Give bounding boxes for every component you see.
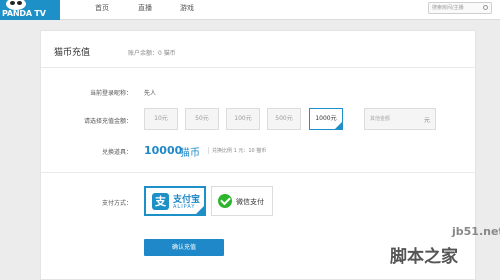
amount-label: 请选择充值金额：	[83, 118, 132, 125]
divider	[40, 172, 476, 173]
nickname-label: 当前登录昵称：	[89, 90, 132, 97]
other-amount-placeholder: 其他金额	[370, 116, 391, 122]
divider	[41, 67, 477, 68]
watermark-url: jb51.net	[452, 225, 500, 238]
amount-option-50[interactable]: 50元	[185, 108, 219, 130]
alipay-option[interactable]: 支 支付宝 ALIPAY	[144, 186, 206, 216]
other-amount-unit: 元	[424, 117, 431, 124]
amount-option-500[interactable]: 500元	[267, 108, 301, 130]
nav-item-games[interactable]: 游戏	[180, 3, 194, 13]
page-title: 猫币充值	[54, 48, 91, 58]
wechat-pay-option[interactable]: 微信支付	[211, 186, 273, 216]
nav-item-home[interactable]: 首页	[95, 3, 109, 13]
wechat-icon	[218, 194, 232, 208]
coin-value: 10000	[144, 144, 183, 157]
pay-method-label: 支付方式：	[101, 200, 132, 207]
search-input[interactable]: 搜索房间/主播	[428, 2, 492, 14]
alipay-subtitle: ALIPAY	[173, 204, 196, 210]
amount-option-1000[interactable]: 1000元	[309, 108, 343, 130]
confirm-recharge-button[interactable]: 确认充值	[144, 239, 224, 256]
exchange-ratio: 兑换比例 1 元：10 猫币	[208, 147, 266, 154]
wechat-pay-title: 微信支付	[236, 198, 264, 206]
alipay-icon: 支	[152, 193, 169, 210]
nav-item-live[interactable]: 直播	[138, 3, 152, 13]
exchange-label: 兑换道具：	[101, 149, 132, 156]
amount-option-10[interactable]: 10元	[144, 108, 178, 130]
selected-check-icon	[195, 205, 205, 215]
coin-unit: 猫币	[180, 148, 200, 159]
search-icon[interactable]	[483, 5, 488, 10]
top-nav-bar: PANDA TV 首页 直播 游戏 搜索房间/主播	[0, 0, 500, 20]
selected-check-icon	[334, 121, 343, 130]
watermark-text: 脚本之家	[390, 247, 458, 267]
search-placeholder: 搜索房间/主播	[432, 5, 464, 11]
nickname-value: 先人	[144, 90, 157, 97]
amount-option-100[interactable]: 100元	[226, 108, 260, 130]
logo-text: PANDA TV	[2, 9, 46, 18]
pandatv-logo[interactable]: PANDA TV	[0, 0, 60, 20]
account-balance: 账户余额：0 猫币	[128, 50, 176, 57]
